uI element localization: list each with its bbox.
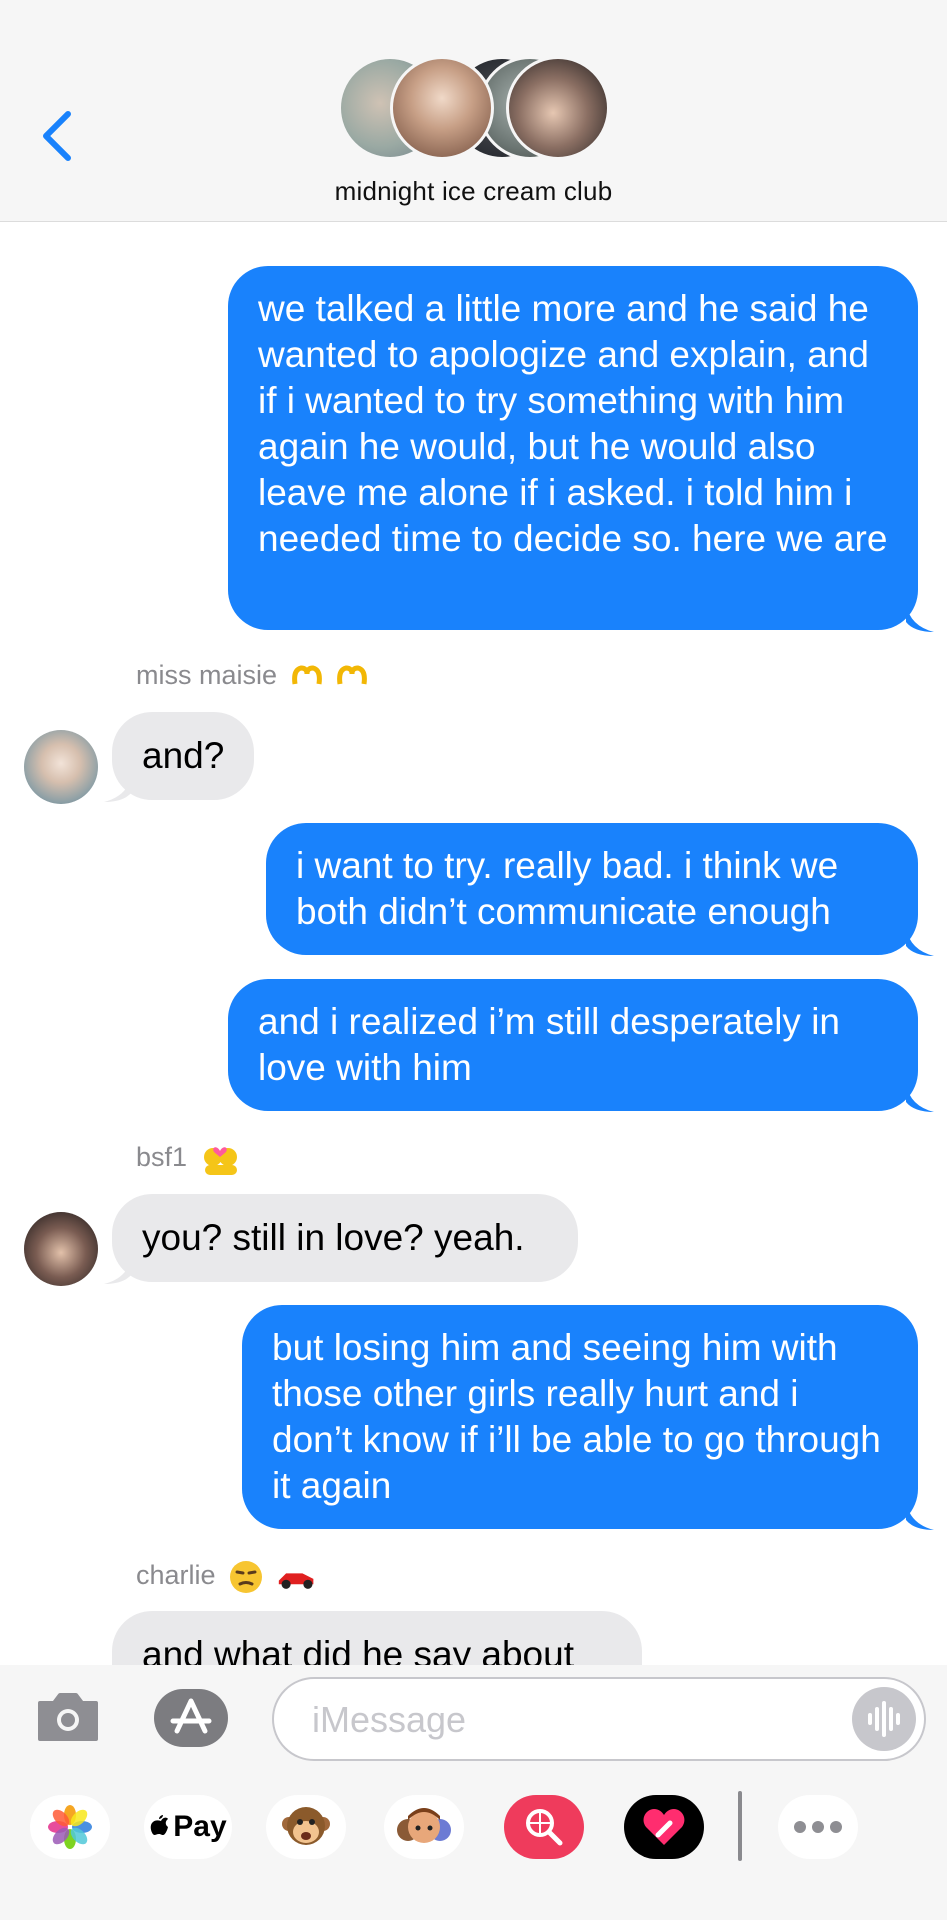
heart-hands-icon bbox=[291, 665, 322, 685]
sender-name-text: bsf1 bbox=[136, 1142, 188, 1172]
avatar[interactable] bbox=[24, 730, 98, 804]
apple-pay-button[interactable]: Pay bbox=[144, 1795, 232, 1859]
sender-name: bsf1 bbox=[136, 1142, 241, 1175]
bubble-tail bbox=[906, 604, 934, 632]
apple-pay-label: Pay bbox=[173, 1810, 227, 1843]
sender-name-text: miss maisie bbox=[136, 660, 278, 690]
back-button[interactable] bbox=[38, 108, 78, 164]
group-avatars[interactable] bbox=[338, 56, 610, 160]
sender-name: charlie bbox=[136, 1560, 317, 1594]
received-message[interactable]: and? bbox=[112, 712, 255, 800]
drawer-divider bbox=[738, 1791, 742, 1861]
more-apps-button[interactable] bbox=[778, 1795, 858, 1859]
search-images-icon bbox=[526, 1809, 563, 1846]
sender-name-text: charlie bbox=[136, 1560, 216, 1591]
message-input[interactable]: iMessage bbox=[272, 1677, 926, 1761]
waveform-icon bbox=[868, 1701, 900, 1737]
couple-with-heart-icon bbox=[203, 1147, 237, 1175]
photos-icon bbox=[48, 1805, 92, 1849]
compose-bar: iMessage bbox=[0, 1665, 947, 1773]
photos-app-button[interactable] bbox=[30, 1795, 110, 1859]
sent-message[interactable]: but losing him and seeing him with those… bbox=[242, 1305, 918, 1529]
camera-icon bbox=[38, 1693, 98, 1741]
camera-button[interactable] bbox=[36, 1689, 100, 1745]
avatar bbox=[506, 56, 610, 160]
conversation-header: midnight ice cream club bbox=[0, 0, 947, 222]
bubble-tail bbox=[906, 1084, 934, 1112]
bubble-tail bbox=[906, 928, 934, 956]
memoji-button[interactable] bbox=[384, 1795, 464, 1859]
received-message[interactable]: you? still in love? yeah. bbox=[112, 1194, 578, 1282]
digital-touch-icon bbox=[643, 1809, 685, 1845]
more-icon bbox=[794, 1821, 842, 1833]
animoji-button[interactable] bbox=[266, 1795, 346, 1859]
digital-touch-button[interactable] bbox=[624, 1795, 704, 1859]
sender-name: miss maisie bbox=[136, 660, 368, 691]
bubble-tail bbox=[906, 1502, 934, 1530]
group-name[interactable]: midnight ice cream club bbox=[0, 176, 947, 207]
sent-message[interactable]: i want to try. really bad. i think we bo… bbox=[266, 823, 918, 955]
sent-message[interactable]: and i realized i’m still desperately in … bbox=[228, 979, 918, 1111]
sent-message[interactable]: we talked a little more and he said he w… bbox=[228, 266, 918, 630]
heart-hands-icon bbox=[337, 665, 367, 685]
chevron-left-icon bbox=[43, 111, 71, 161]
app-drawer: Pay bbox=[0, 1773, 947, 1920]
message-input-placeholder: iMessage bbox=[312, 1699, 467, 1740]
avatar[interactable] bbox=[24, 1212, 98, 1286]
memoji-icon bbox=[397, 1808, 451, 1843]
animoji-icon bbox=[282, 1807, 330, 1845]
app-store-icon bbox=[154, 1689, 228, 1747]
apple-pay-icon bbox=[151, 1815, 169, 1835]
unamused-face-icon bbox=[230, 1561, 263, 1593]
race-car-icon bbox=[278, 1573, 313, 1589]
avatar bbox=[390, 56, 494, 160]
image-search-button[interactable] bbox=[504, 1795, 584, 1859]
dictation-button[interactable] bbox=[852, 1687, 916, 1751]
app-store-button[interactable] bbox=[152, 1687, 230, 1749]
